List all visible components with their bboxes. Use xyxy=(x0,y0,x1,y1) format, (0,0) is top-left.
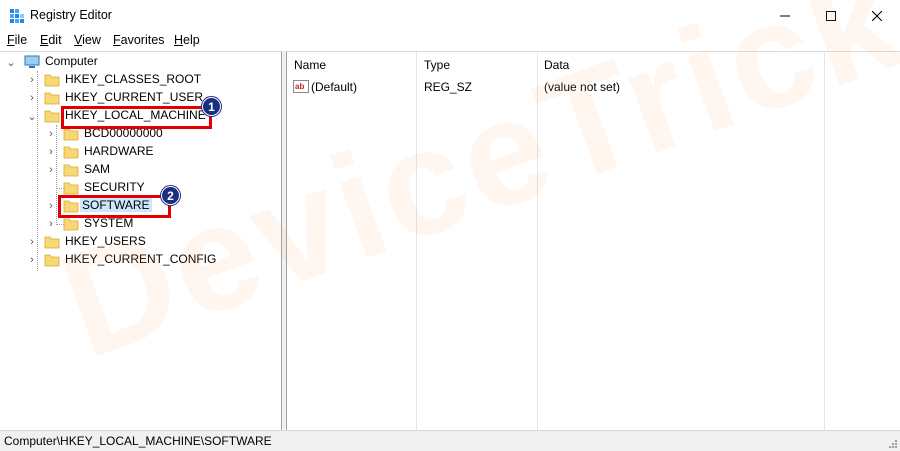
chevron-down-icon[interactable]: ⌄ xyxy=(26,109,38,123)
menu-bar: File Edit View Favorites Help xyxy=(0,31,900,51)
folder-icon xyxy=(44,254,60,267)
chevron-right-icon[interactable]: › xyxy=(45,163,57,177)
chevron-right-icon[interactable]: › xyxy=(26,73,38,87)
folder-icon xyxy=(63,182,79,195)
key-tree[interactable]: ⌄ Computer › HKEY_CLASSES_ROOT › HKEY_CU… xyxy=(0,51,282,430)
column-separator[interactable] xyxy=(416,52,417,430)
registry-editor-icon xyxy=(10,9,24,23)
menu-file[interactable]: File xyxy=(7,33,27,47)
chevron-right-icon[interactable]: › xyxy=(45,217,57,231)
svg-text:ab: ab xyxy=(295,82,304,91)
close-icon xyxy=(872,10,882,21)
callout-box-1 xyxy=(61,106,212,129)
chevron-right-icon[interactable]: › xyxy=(45,199,57,213)
folder-icon xyxy=(44,236,60,249)
callout-badge-1: 1 xyxy=(202,97,221,116)
callout-badge-2: 2 xyxy=(161,186,180,205)
tree-node-hkey-current-config[interactable]: › HKEY_CURRENT_CONFIG xyxy=(0,251,281,269)
menu-help[interactable]: Help xyxy=(174,33,200,47)
minimize-icon xyxy=(780,15,790,16)
chevron-right-icon[interactable]: › xyxy=(26,253,38,267)
column-header-name[interactable]: Name xyxy=(294,58,326,72)
status-bar: Computer\HKEY_LOCAL_MACHINE\SOFTWARE xyxy=(0,430,900,451)
tree-node-hkey-users[interactable]: › HKEY_USERS xyxy=(0,233,281,251)
column-header-data[interactable]: Data xyxy=(544,58,569,72)
tree-node-sam[interactable]: › SAM xyxy=(0,161,281,179)
menu-edit[interactable]: Edit xyxy=(40,33,62,47)
values-list[interactable]: Name Type Data ab (Default) REG_SZ (valu… xyxy=(286,51,900,430)
maximize-button[interactable] xyxy=(808,0,854,31)
callout-box-2 xyxy=(58,195,171,218)
computer-icon xyxy=(24,55,40,68)
menu-favorites[interactable]: Favorites xyxy=(113,33,164,47)
value-type: REG_SZ xyxy=(424,80,473,94)
close-button[interactable] xyxy=(854,0,900,31)
chevron-right-icon[interactable]: › xyxy=(26,235,38,249)
tree-node-hkey-classes-root[interactable]: › HKEY_CLASSES_ROOT xyxy=(0,71,281,89)
folder-icon xyxy=(44,74,60,87)
minimize-button[interactable] xyxy=(762,0,808,31)
tree-node-hardware[interactable]: › HARDWARE xyxy=(0,143,281,161)
folder-icon xyxy=(44,110,60,123)
chevron-right-icon[interactable]: › xyxy=(45,145,57,159)
chevron-down-icon[interactable]: ⌄ xyxy=(5,55,17,69)
folder-icon xyxy=(44,92,60,105)
tree-node-hkey-current-user[interactable]: › HKEY_CURRENT_USER xyxy=(0,89,281,107)
maximize-icon xyxy=(826,10,836,21)
title-bar: Registry Editor xyxy=(0,0,900,31)
chevron-right-icon[interactable]: › xyxy=(45,127,57,141)
column-separator[interactable] xyxy=(824,52,825,430)
menu-view[interactable]: View xyxy=(74,33,101,47)
status-path: Computer\HKEY_LOCAL_MACHINE\SOFTWARE xyxy=(4,434,272,448)
folder-icon xyxy=(63,146,79,159)
tree-node-computer[interactable]: ⌄ Computer xyxy=(0,53,281,71)
column-separator[interactable] xyxy=(537,52,538,430)
value-name: (Default) xyxy=(311,80,358,94)
value-data: (value not set) xyxy=(544,80,621,94)
resize-grip-icon[interactable] xyxy=(888,439,898,449)
folder-icon xyxy=(63,164,79,177)
string-value-icon: ab xyxy=(293,80,309,93)
chevron-right-icon[interactable]: › xyxy=(26,91,38,105)
folder-icon xyxy=(63,218,79,231)
window-title: Registry Editor xyxy=(30,8,112,22)
column-header-type[interactable]: Type xyxy=(424,58,450,72)
